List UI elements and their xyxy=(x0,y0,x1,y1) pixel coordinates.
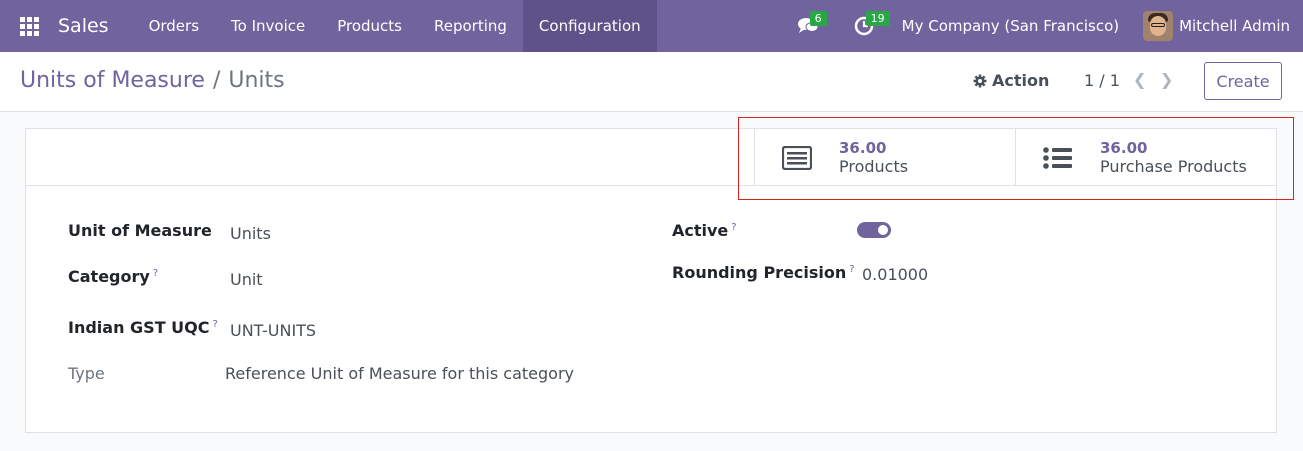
uom-field[interactable]: Units xyxy=(230,224,271,243)
app-name[interactable]: Sales xyxy=(58,15,133,37)
smart-button-box: 36.00 Products 36.00 Purchase Products xyxy=(26,129,1276,186)
category-field[interactable]: Unit xyxy=(230,270,263,289)
breadcrumb-separator: / xyxy=(212,68,221,93)
products-label: Products xyxy=(839,156,909,176)
activities-badge: 19 xyxy=(865,11,890,26)
messages-button[interactable]: 6 xyxy=(780,0,836,52)
gst-uqc-label: Indian GST UQC? xyxy=(68,318,218,337)
breadcrumb: Units of Measure / Units xyxy=(20,68,285,93)
apps-menu-icon[interactable] xyxy=(0,0,58,52)
rounding-precision-field[interactable]: 0.01000 xyxy=(862,265,928,284)
messages-badge: 6 xyxy=(809,11,827,26)
action-label: Action xyxy=(992,71,1050,90)
help-icon[interactable]: ? xyxy=(849,264,854,275)
breadcrumb-current: Units xyxy=(228,68,285,93)
purchase-products-smart-button[interactable]: 36.00 Purchase Products xyxy=(1015,129,1277,186)
menu-products[interactable]: Products xyxy=(321,0,418,52)
help-icon[interactable]: ? xyxy=(153,268,158,279)
chevron-left-icon[interactable]: ❮ xyxy=(1133,70,1146,89)
action-button[interactable]: Action xyxy=(973,71,1049,90)
chevron-right-icon[interactable]: ❯ xyxy=(1160,70,1173,89)
main-menu: Orders To Invoice Products Reporting Con… xyxy=(133,0,657,52)
type-label: Type xyxy=(68,364,105,383)
systray: 6 19 My Company (San Francisco) Mitchell… xyxy=(780,0,1303,52)
products-count: 36.00 xyxy=(839,138,887,157)
form-sheet: 36.00 Products 36.00 Purchase Products xyxy=(25,128,1277,433)
purchase-products-label: Purchase Products xyxy=(1100,156,1247,176)
help-icon[interactable]: ? xyxy=(731,222,736,233)
active-label: Active? xyxy=(672,221,737,240)
type-field[interactable]: Reference Unit of Measure for this categ… xyxy=(225,364,574,383)
top-navbar: Sales Orders To Invoice Products Reporti… xyxy=(0,0,1303,52)
products-smart-button[interactable]: 36.00 Products xyxy=(754,129,1016,186)
menu-reporting[interactable]: Reporting xyxy=(418,0,523,52)
menu-orders[interactable]: Orders xyxy=(133,0,215,52)
breadcrumb-parent[interactable]: Units of Measure xyxy=(20,68,205,93)
rounding-precision-label: Rounding Precision? xyxy=(672,263,855,282)
pager-value[interactable]: 1 / 1 xyxy=(1084,71,1120,90)
user-avatar[interactable] xyxy=(1143,11,1174,41)
menu-configuration[interactable]: Configuration xyxy=(522,0,657,52)
list-alt-icon xyxy=(782,145,812,170)
menu-to-invoice[interactable]: To Invoice xyxy=(215,0,321,52)
purchase-products-count: 36.00 xyxy=(1100,138,1148,157)
uom-label: Unit of Measure xyxy=(68,221,212,240)
user-menu[interactable]: Mitchell Admin xyxy=(1179,17,1303,35)
company-switcher[interactable]: My Company (San Francisco) xyxy=(892,17,1143,35)
category-label: Category? xyxy=(68,267,159,286)
gst-uqc-field[interactable]: UNT-UNITS xyxy=(230,321,316,340)
create-button[interactable]: Create xyxy=(1204,62,1282,100)
active-toggle[interactable] xyxy=(857,222,891,238)
gear-icon xyxy=(973,74,987,87)
help-icon[interactable]: ? xyxy=(213,319,218,330)
control-panel: Units of Measure / Units Action 1 / 1 ❮ … xyxy=(0,52,1303,112)
list-icon xyxy=(1043,146,1072,169)
activities-button[interactable]: 19 xyxy=(836,0,892,52)
